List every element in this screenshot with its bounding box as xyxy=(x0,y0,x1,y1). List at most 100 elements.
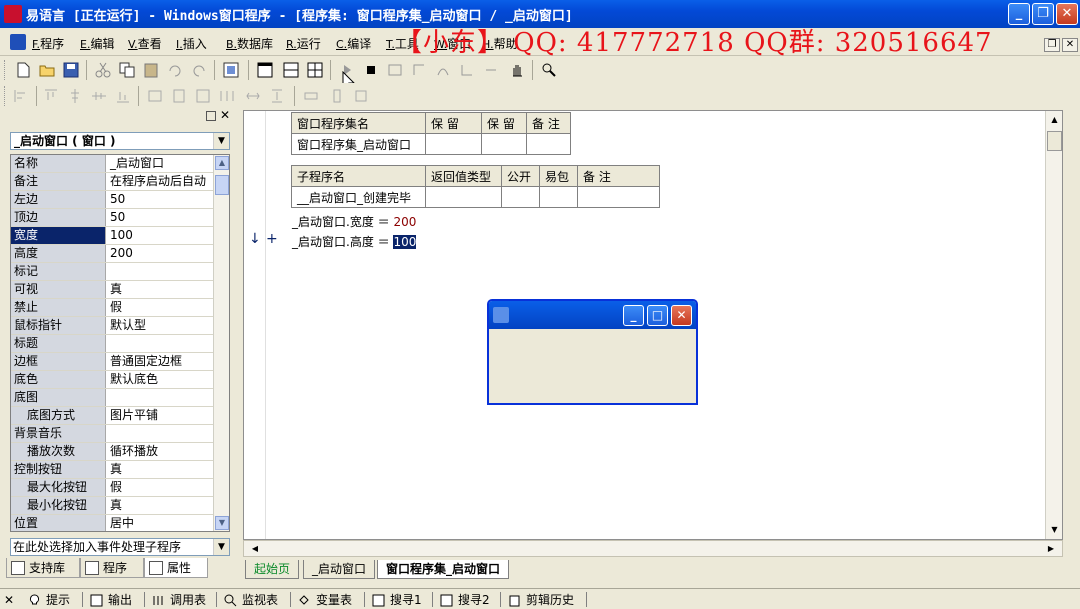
tab-clipboard-history[interactable]: 剪辑历史 xyxy=(506,592,574,609)
running-form-window[interactable]: _ □ ✕ xyxy=(487,299,698,405)
property-row[interactable]: 底图 xyxy=(11,389,215,407)
open-folder-icon[interactable] xyxy=(38,61,56,79)
tab-search1[interactable]: 搜寻1 xyxy=(370,592,422,609)
tab-support-library[interactable]: 支持库 xyxy=(6,558,80,578)
property-value[interactable]: 假 xyxy=(108,479,215,496)
run-to-cursor-icon[interactable] xyxy=(482,61,500,79)
center-vertical-icon[interactable] xyxy=(328,87,346,105)
property-row[interactable]: 标题 xyxy=(11,335,215,353)
property-value[interactable]: 假 xyxy=(108,299,215,316)
align-top-icon[interactable] xyxy=(42,87,60,105)
close-button[interactable]: ✕ xyxy=(1056,3,1078,25)
property-row[interactable]: 名称 _启动窗口 xyxy=(11,155,215,173)
align-bottom-icon[interactable] xyxy=(114,87,132,105)
find-icon[interactable] xyxy=(540,61,558,79)
property-value[interactable]: 居中 xyxy=(108,515,215,531)
property-row[interactable]: 可视真 xyxy=(11,281,215,299)
layout-window-icon[interactable] xyxy=(256,61,274,79)
step-out-icon[interactable] xyxy=(458,61,476,79)
property-row[interactable]: 鼠标指针 默认型 xyxy=(11,317,215,335)
step-over-icon[interactable] xyxy=(434,61,452,79)
property-row[interactable]: 备注 在程序启动后自动 xyxy=(11,173,215,191)
code-line[interactable]: _启动窗口.高度 ＝ 100 xyxy=(292,233,417,250)
property-value[interactable]: 默认型 xyxy=(108,317,215,334)
same-height-icon[interactable] xyxy=(170,87,188,105)
cut-icon[interactable] xyxy=(94,61,112,79)
property-value[interactable]: 真 xyxy=(108,497,215,514)
tab-search2[interactable]: 搜寻2 xyxy=(438,592,490,609)
sub-name-cell[interactable]: __启动窗口_创建完毕 xyxy=(291,186,426,208)
editor-vertical-scrollbar[interactable]: ▲ ▼ xyxy=(1045,111,1062,539)
hand-icon[interactable] xyxy=(508,61,526,79)
property-row[interactable]: 最小化按钮真 xyxy=(11,497,215,515)
chevron-down-icon[interactable]: ▼ xyxy=(213,539,229,555)
redo-icon[interactable] xyxy=(190,61,208,79)
undo-icon[interactable] xyxy=(166,61,184,79)
property-value[interactable]: 循环播放 xyxy=(108,443,215,460)
step-into-icon[interactable] xyxy=(410,61,428,79)
menu-run[interactable]: R.运行 xyxy=(286,35,321,52)
remark-cell[interactable] xyxy=(577,186,660,208)
scroll-down-icon[interactable]: ▼ xyxy=(1047,522,1062,537)
scroll-left-icon[interactable]: ◀ xyxy=(248,542,262,556)
property-row[interactable]: 位置 居中 xyxy=(11,515,215,531)
menu-view[interactable]: V.查看 xyxy=(128,35,162,52)
property-value[interactable]: 200 xyxy=(108,245,215,262)
menu-compile[interactable]: C.编译 xyxy=(336,35,371,52)
mdi-restore-button[interactable]: ❐ xyxy=(1044,38,1060,52)
preview-icon[interactable] xyxy=(222,61,240,79)
align-center-icon[interactable] xyxy=(66,87,84,105)
space-horizontal-icon[interactable] xyxy=(218,87,236,105)
code-line[interactable]: _启动窗口.宽度 ＝ 200 xyxy=(292,213,416,230)
paste-icon[interactable] xyxy=(142,61,160,79)
save-icon[interactable] xyxy=(62,61,80,79)
scroll-right-icon[interactable]: ▶ xyxy=(1044,542,1058,556)
scroll-thumb[interactable] xyxy=(1047,131,1062,151)
form-minimize-button[interactable]: _ xyxy=(623,305,644,326)
epackage-cell[interactable] xyxy=(539,186,578,208)
tab-hint[interactable]: 提示 xyxy=(26,592,70,609)
tab-call-stack[interactable]: 调用表 xyxy=(150,592,206,609)
property-value[interactable]: 在程序启动后自动 xyxy=(108,173,215,190)
layout-split-icon[interactable] xyxy=(282,61,300,79)
property-row[interactable]: 宽度 100 xyxy=(11,227,215,245)
menu-program[interactable]: F.程序 xyxy=(32,35,64,52)
property-row[interactable]: 高度 200 xyxy=(11,245,215,263)
assembly-name-cell[interactable]: 窗口程序集_启动窗口 xyxy=(291,133,426,155)
property-row[interactable]: 底图方式 图片平铺 xyxy=(11,407,215,425)
same-width-icon[interactable] xyxy=(146,87,164,105)
minimize-button[interactable]: _ xyxy=(1008,3,1030,25)
menu-edit[interactable]: E.编辑 xyxy=(80,35,114,52)
property-row[interactable]: 标记 xyxy=(11,263,215,281)
scroll-up-icon[interactable]: ▲ xyxy=(215,156,229,170)
reserved-cell[interactable] xyxy=(425,133,482,155)
pin-icon[interactable] xyxy=(206,111,216,121)
new-file-icon[interactable] xyxy=(14,61,32,79)
property-value[interactable]: 真 xyxy=(108,281,215,298)
property-value[interactable] xyxy=(108,335,215,352)
mdi-close-button[interactable]: ✕ xyxy=(1062,38,1078,52)
align-middle-icon[interactable] xyxy=(90,87,108,105)
same-size-icon[interactable] xyxy=(194,87,212,105)
tab-program[interactable]: 程序 xyxy=(80,558,144,578)
property-row[interactable]: 底色 默认底色 xyxy=(11,371,215,389)
copy-icon[interactable] xyxy=(118,61,136,79)
tab-properties[interactable]: 属性 xyxy=(144,558,208,578)
chevron-down-icon[interactable]: ▼ xyxy=(213,133,229,149)
maximize-button[interactable]: ❐ xyxy=(1032,3,1054,25)
property-row[interactable]: 控制按钮真 xyxy=(11,461,215,479)
property-row[interactable]: 背景音乐 xyxy=(11,425,215,443)
property-value[interactable] xyxy=(108,425,215,442)
tab-start-page[interactable]: 起始页 xyxy=(245,560,300,579)
object-selector[interactable]: _启动窗口 ( 窗口 ) ▼ xyxy=(10,132,230,150)
tab-variables[interactable]: 变量表 xyxy=(296,592,352,609)
align-left-icon[interactable] xyxy=(12,87,30,105)
scroll-thumb[interactable] xyxy=(215,175,229,195)
close-icon[interactable]: ✕ xyxy=(4,592,14,609)
property-value[interactable]: 50 xyxy=(108,209,215,226)
layout-grid-icon[interactable] xyxy=(306,61,324,79)
space-equal-icon[interactable] xyxy=(244,87,262,105)
menu-database[interactable]: B.数据库 xyxy=(226,35,273,52)
property-value[interactable]: _启动窗口 xyxy=(108,155,215,172)
form-maximize-button[interactable]: □ xyxy=(647,305,668,326)
